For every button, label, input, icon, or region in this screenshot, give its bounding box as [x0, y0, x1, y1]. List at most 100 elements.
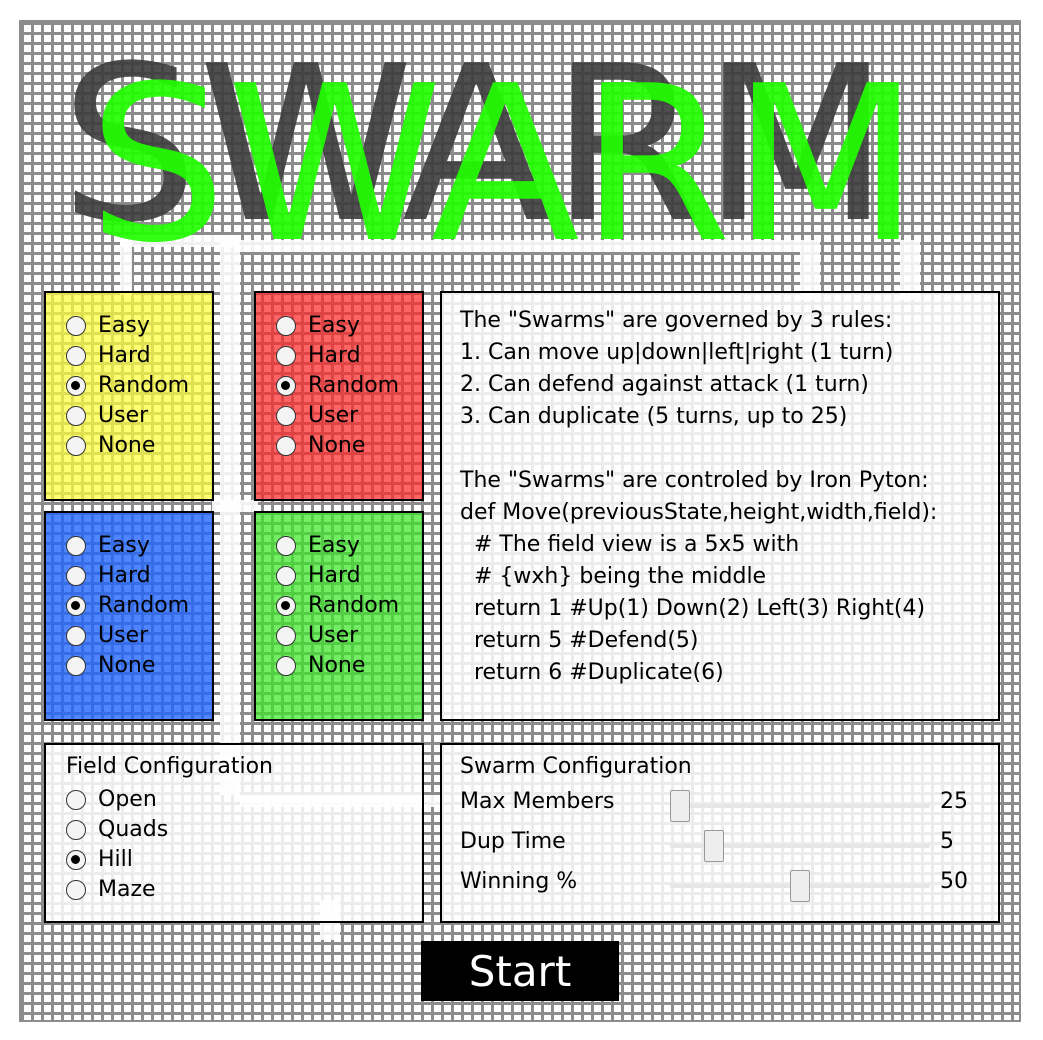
- swarm-configuration-panel: Swarm Configuration Max Members 25 Dup T…: [440, 743, 1000, 923]
- radio-label: Random: [308, 373, 400, 398]
- radio-label: None: [308, 433, 366, 458]
- slider-value: 50: [940, 869, 968, 894]
- radio-button-selected[interactable]: [66, 850, 86, 870]
- rules-line: def Move(previousState,height,width,fiel…: [460, 500, 938, 525]
- radio-option-user[interactable]: User: [276, 621, 422, 651]
- radio-button-selected[interactable]: [66, 376, 86, 396]
- radio-label: Easy: [98, 533, 150, 558]
- radio-button-selected[interactable]: [66, 596, 86, 616]
- radio-label: Hard: [308, 343, 361, 368]
- radio-label: Maze: [98, 877, 156, 902]
- radio-button[interactable]: [66, 436, 86, 456]
- rules-line: 2. Can defend against attack (1 turn): [460, 372, 869, 397]
- field-option-open[interactable]: Open: [66, 785, 402, 815]
- team-blue-panel: Easy Hard Random User None: [44, 511, 214, 721]
- radio-label: Easy: [308, 313, 360, 338]
- field-option-quads[interactable]: Quads: [66, 815, 402, 845]
- radio-label: None: [98, 653, 156, 678]
- field-configuration-panel: Field Configuration Open Quads Hill Maze: [44, 743, 424, 923]
- rules-panel: The "Swarms" are governed by 3 rules: 1.…: [440, 291, 1000, 721]
- rules-line: return 1 #Up(1) Down(2) Left(3) Right(4): [460, 596, 926, 621]
- rules-line: [460, 433, 980, 465]
- radio-button[interactable]: [66, 626, 86, 646]
- radio-option-none[interactable]: None: [66, 431, 212, 461]
- radio-button-selected[interactable]: [276, 376, 296, 396]
- radio-option-random[interactable]: Random: [66, 371, 212, 401]
- radio-option-random[interactable]: Random: [276, 371, 422, 401]
- radio-button[interactable]: [66, 566, 86, 586]
- slider-label: Max Members: [460, 789, 615, 814]
- radio-option-hard[interactable]: Hard: [276, 561, 422, 591]
- team-red-panel: Easy Hard Random User None: [254, 291, 424, 501]
- slider-thumb[interactable]: [670, 790, 691, 822]
- winning-percent-slider-row: Winning % 50: [460, 863, 980, 903]
- radio-label: Quads: [98, 817, 169, 842]
- slider-label: Dup Time: [460, 829, 566, 854]
- radio-button[interactable]: [276, 566, 296, 586]
- radio-button[interactable]: [66, 406, 86, 426]
- radio-button[interactable]: [276, 656, 296, 676]
- radio-option-easy[interactable]: Easy: [276, 531, 422, 561]
- rules-line: The "Swarms" are controled by Iron Pyton…: [460, 468, 929, 493]
- start-button[interactable]: Start: [421, 941, 619, 1001]
- rules-line: 1. Can move up|down|left|right (1 turn): [460, 340, 894, 365]
- field-option-hill[interactable]: Hill: [66, 845, 402, 875]
- radio-button[interactable]: [66, 820, 86, 840]
- radio-option-none[interactable]: None: [66, 651, 212, 681]
- max-members-slider[interactable]: [670, 790, 930, 822]
- radio-option-easy[interactable]: Easy: [276, 311, 422, 341]
- swarm-title-logo: SWARM SWARM: [60, 19, 920, 254]
- radio-button[interactable]: [66, 656, 86, 676]
- radio-option-hard[interactable]: Hard: [66, 561, 212, 591]
- radio-button-selected[interactable]: [276, 596, 296, 616]
- slider-value: 25: [940, 789, 968, 814]
- radio-button[interactable]: [276, 316, 296, 336]
- radio-label: Easy: [308, 533, 360, 558]
- radio-button[interactable]: [276, 626, 296, 646]
- slider-thumb[interactable]: [790, 870, 810, 902]
- radio-button[interactable]: [276, 536, 296, 556]
- slider-thumb[interactable]: [704, 830, 725, 862]
- radio-option-easy[interactable]: Easy: [66, 311, 212, 341]
- rules-line: # {wxh} being the middle: [460, 564, 767, 589]
- radio-option-user[interactable]: User: [66, 621, 212, 651]
- radio-option-random[interactable]: Random: [66, 591, 212, 621]
- field-configuration-heading: Field Configuration: [66, 754, 273, 779]
- radio-button[interactable]: [66, 880, 86, 900]
- rules-line: The "Swarms" are governed by 3 rules:: [460, 308, 893, 333]
- radio-label: Hard: [98, 563, 151, 588]
- max-members-slider-row: Max Members 25: [460, 783, 980, 823]
- radio-option-easy[interactable]: Easy: [66, 531, 212, 561]
- slider-value: 5: [940, 829, 954, 854]
- radio-button[interactable]: [276, 346, 296, 366]
- radio-option-user[interactable]: User: [276, 401, 422, 431]
- radio-label: User: [308, 623, 359, 648]
- radio-button[interactable]: [66, 316, 86, 336]
- radio-option-hard[interactable]: Hard: [66, 341, 212, 371]
- radio-option-none[interactable]: None: [276, 651, 422, 681]
- radio-option-user[interactable]: User: [66, 401, 212, 431]
- radio-option-none[interactable]: None: [276, 431, 422, 461]
- radio-label: Random: [98, 593, 190, 618]
- radio-button[interactable]: [66, 346, 86, 366]
- rules-line: # The field view is a 5x5 with: [460, 532, 800, 557]
- radio-label: Random: [308, 593, 400, 618]
- radio-label: Random: [98, 373, 190, 398]
- radio-label: Hard: [308, 563, 361, 588]
- maze-path: [212, 500, 258, 512]
- radio-label: User: [98, 623, 149, 648]
- radio-button[interactable]: [66, 790, 86, 810]
- dup-time-slider-row: Dup Time 5: [460, 823, 980, 863]
- rules-line: return 5 #Defend(5): [460, 628, 699, 653]
- radio-option-hard[interactable]: Hard: [276, 341, 422, 371]
- team-green-panel: Easy Hard Random User None: [254, 511, 424, 721]
- radio-button[interactable]: [276, 436, 296, 456]
- radio-option-random[interactable]: Random: [276, 591, 422, 621]
- radio-label: User: [98, 403, 149, 428]
- field-option-maze[interactable]: Maze: [66, 875, 402, 905]
- radio-button[interactable]: [66, 536, 86, 556]
- radio-button[interactable]: [276, 406, 296, 426]
- dup-time-slider[interactable]: [670, 830, 930, 862]
- winning-percent-slider[interactable]: [670, 870, 930, 902]
- radio-label: Hill: [98, 847, 133, 872]
